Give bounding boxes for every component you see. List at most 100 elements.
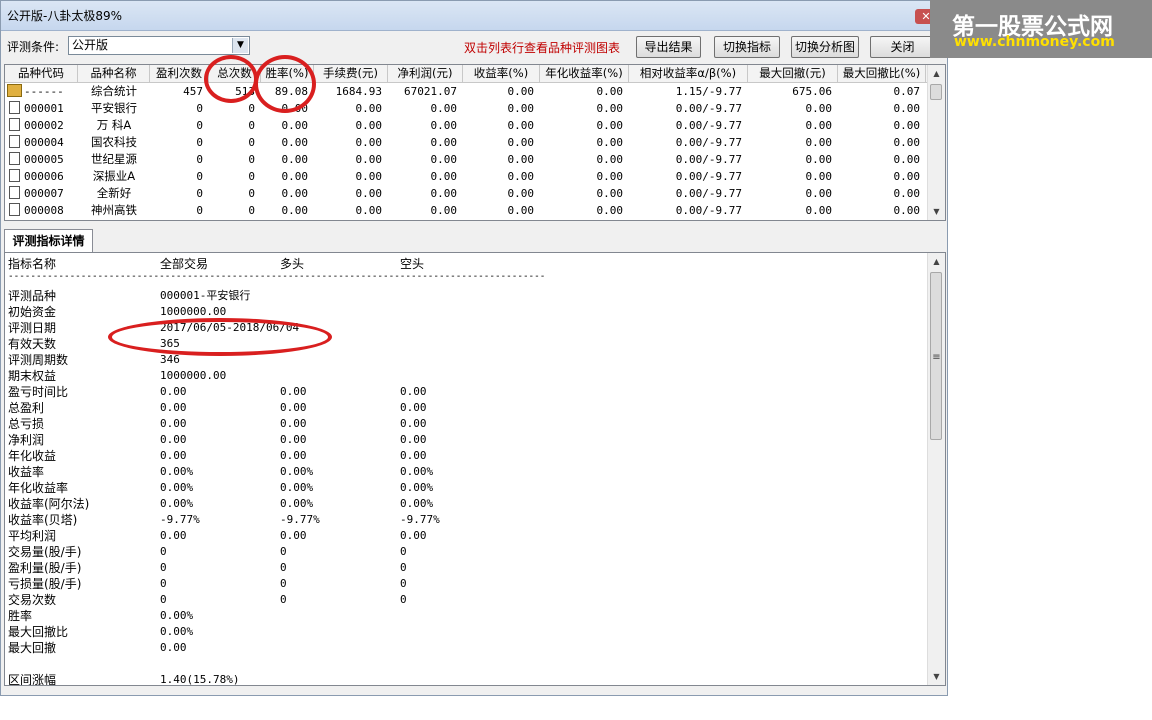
metric-name: 交易次数: [8, 593, 57, 607]
table-cell: 0: [196, 187, 203, 200]
metric-value: 0.00: [160, 641, 187, 654]
table-cell: 0.00: [281, 136, 309, 149]
table-cell: 0.00/-9.77: [675, 153, 742, 166]
scroll-down-icon[interactable]: ▼: [928, 203, 945, 220]
metric-value: 0: [160, 545, 167, 558]
metric-value: 0: [400, 545, 407, 558]
table-cell: 0.00: [507, 153, 535, 166]
metric-value: 0.00: [160, 529, 187, 542]
table-row[interactable]: 000007 全新好 0 0 0.00 0.00 0.00 0.00 0.00 0.00/-9.7…: [5, 185, 928, 202]
metric-name: 收益率(贝塔): [8, 513, 78, 527]
metric-value: 0: [160, 561, 167, 574]
table-cell: 0.00: [507, 187, 535, 200]
metric-value: 0.00: [280, 417, 307, 430]
table-cell: 0.00: [507, 136, 535, 149]
table-cell: 0.00: [507, 170, 535, 183]
column-header[interactable]: 品种名称: [78, 65, 150, 82]
scroll-up-icon[interactable]: ▲: [928, 65, 945, 82]
metric-value: 0.00: [400, 417, 427, 430]
table-row[interactable]: 000001 平安银行 0 0 0.00 0.00 0.00 0.00 0.00 0.00/-9.…: [5, 100, 928, 117]
detail-scrollbar[interactable]: ▲ ≡ ▼: [927, 253, 945, 685]
table-cell: 0.00: [430, 170, 458, 183]
table-cell: 0.00: [507, 204, 535, 217]
table-cell: 0.00: [596, 85, 624, 98]
table-header: 品种代码 品种名称 盈利次数 总次数 胜率(%) 手续费(元) 净利润(元) 收益率(%) 年化…: [5, 65, 928, 83]
condition-value: 公开版: [72, 38, 109, 52]
column-header[interactable]: 净利润(元): [388, 65, 463, 82]
metric-value: 0.00: [160, 385, 187, 398]
table-cell: 0.00/-9.77: [675, 119, 742, 132]
table-row[interactable]: 000002 万 科A 0 0 0.00 0.00 0.00 0.00 0.00 0.00/-9.…: [5, 117, 928, 134]
table-cell: 0.00: [805, 153, 833, 166]
table-cell: 0.00: [893, 136, 921, 149]
document-icon: [9, 152, 20, 165]
metric-name: 有效天数: [8, 337, 57, 351]
table-cell: 0.00: [596, 119, 624, 132]
tab-detail[interactable]: 评测指标详情: [4, 229, 93, 252]
column-header[interactable]: 手续费(元): [314, 65, 388, 82]
table-cell: 国农科技: [91, 135, 137, 149]
metric-value: 0: [280, 561, 287, 574]
metric-name: 最大回撤比: [8, 625, 69, 639]
watermark-url: www.chnmoney.com: [954, 34, 1115, 50]
metric-name: 交易量(股/手): [8, 545, 82, 559]
table-cell: 1.15/-9.77: [675, 85, 742, 98]
table-row[interactable]: 000004 国农科技 0 0 0.00 0.00 0.00 0.00 0.00 0.00/-9.…: [5, 134, 928, 151]
table-cell: 0.00: [805, 170, 833, 183]
metric-value: 0: [400, 561, 407, 574]
condition-select[interactable]: 公开版 ▼: [68, 36, 250, 55]
metric-value: 0.00: [280, 385, 307, 398]
metric-value: 0: [400, 593, 407, 606]
table-cell: 0.00: [281, 187, 309, 200]
metric-name: 评测日期: [8, 321, 57, 335]
column-header[interactable]: 相对收益率α/β(%): [629, 65, 748, 82]
table-cell: 0.00: [596, 204, 624, 217]
table-cell: 0.00: [281, 119, 309, 132]
metric-name: 总亏损: [8, 417, 45, 431]
table-row[interactable]: 000008 神州高铁 0 0 0.00 0.00 0.00 0.00 0.00 0.00/-9.…: [5, 202, 928, 219]
table-row[interactable]: 000005 世纪星源 0 0 0.00 0.00 0.00 0.00 0.00 0.00/-9.…: [5, 151, 928, 168]
document-icon: [9, 101, 20, 114]
metric-value: 0.00%: [400, 497, 434, 510]
scroll-down-icon[interactable]: ▼: [928, 668, 945, 685]
chevron-down-icon[interactable]: ▼: [232, 38, 248, 53]
metric-value: 0.00: [280, 433, 307, 446]
metric-value: 0: [400, 577, 407, 590]
metric-name: 年化收益率: [8, 481, 69, 495]
metric-name: 期末权益: [8, 369, 57, 383]
annotation-circle-total: [204, 55, 258, 103]
table-cell: 0.00: [430, 204, 458, 217]
table-cell: 0.00: [805, 187, 833, 200]
column-header[interactable]: 品种代码: [5, 65, 78, 82]
table-cell: 0: [248, 136, 255, 149]
scroll-thumb[interactable]: [930, 84, 942, 100]
metric-value: 0.00: [280, 529, 307, 542]
metric-value: 0.00%: [400, 481, 434, 494]
metric-value: 0.00%: [280, 497, 314, 510]
column-header[interactable]: 最大回撤(元): [748, 65, 838, 82]
switch-chart-button[interactable]: 切换分析图: [791, 36, 859, 58]
table-cell: 0: [196, 119, 203, 132]
column-header[interactable]: 年化收益率(%): [540, 65, 629, 82]
table-cell: 0.00: [355, 102, 383, 115]
table-cell: 世纪星源: [91, 152, 137, 166]
grip-icon: ≡: [932, 352, 941, 363]
metric-name: 盈亏时间比: [8, 385, 69, 399]
column-header[interactable]: 最大回撤比(%): [838, 65, 926, 82]
table-scrollbar[interactable]: ▲ ▼: [927, 65, 945, 220]
metric-value: 0: [160, 577, 167, 590]
table-cell: ------: [5, 83, 78, 100]
metric-name: 亏损量(股/手): [8, 577, 82, 591]
title-bar: 公开版-八卦太极89%: [1, 1, 947, 31]
document-icon: [9, 135, 20, 148]
export-button[interactable]: 导出结果: [636, 36, 701, 58]
switch-indicator-button[interactable]: 切换指标: [714, 36, 780, 58]
close-button[interactable]: 关闭: [870, 36, 935, 58]
column-header[interactable]: 收益率(%): [463, 65, 540, 82]
column-header[interactable]: 盈利次数: [150, 65, 209, 82]
metric-name: 胜率: [8, 609, 33, 623]
scroll-up-icon[interactable]: ▲: [928, 253, 945, 270]
table-row[interactable]: ------ 综合统计 457 513 89.08 1684.93 67021.07 0.00…: [5, 83, 928, 100]
table-row[interactable]: 000006 深振业A 0 0 0.00 0.00 0.00 0.00 0.00 0.00/-9.…: [5, 168, 928, 185]
code-text: 000008: [24, 204, 64, 217]
